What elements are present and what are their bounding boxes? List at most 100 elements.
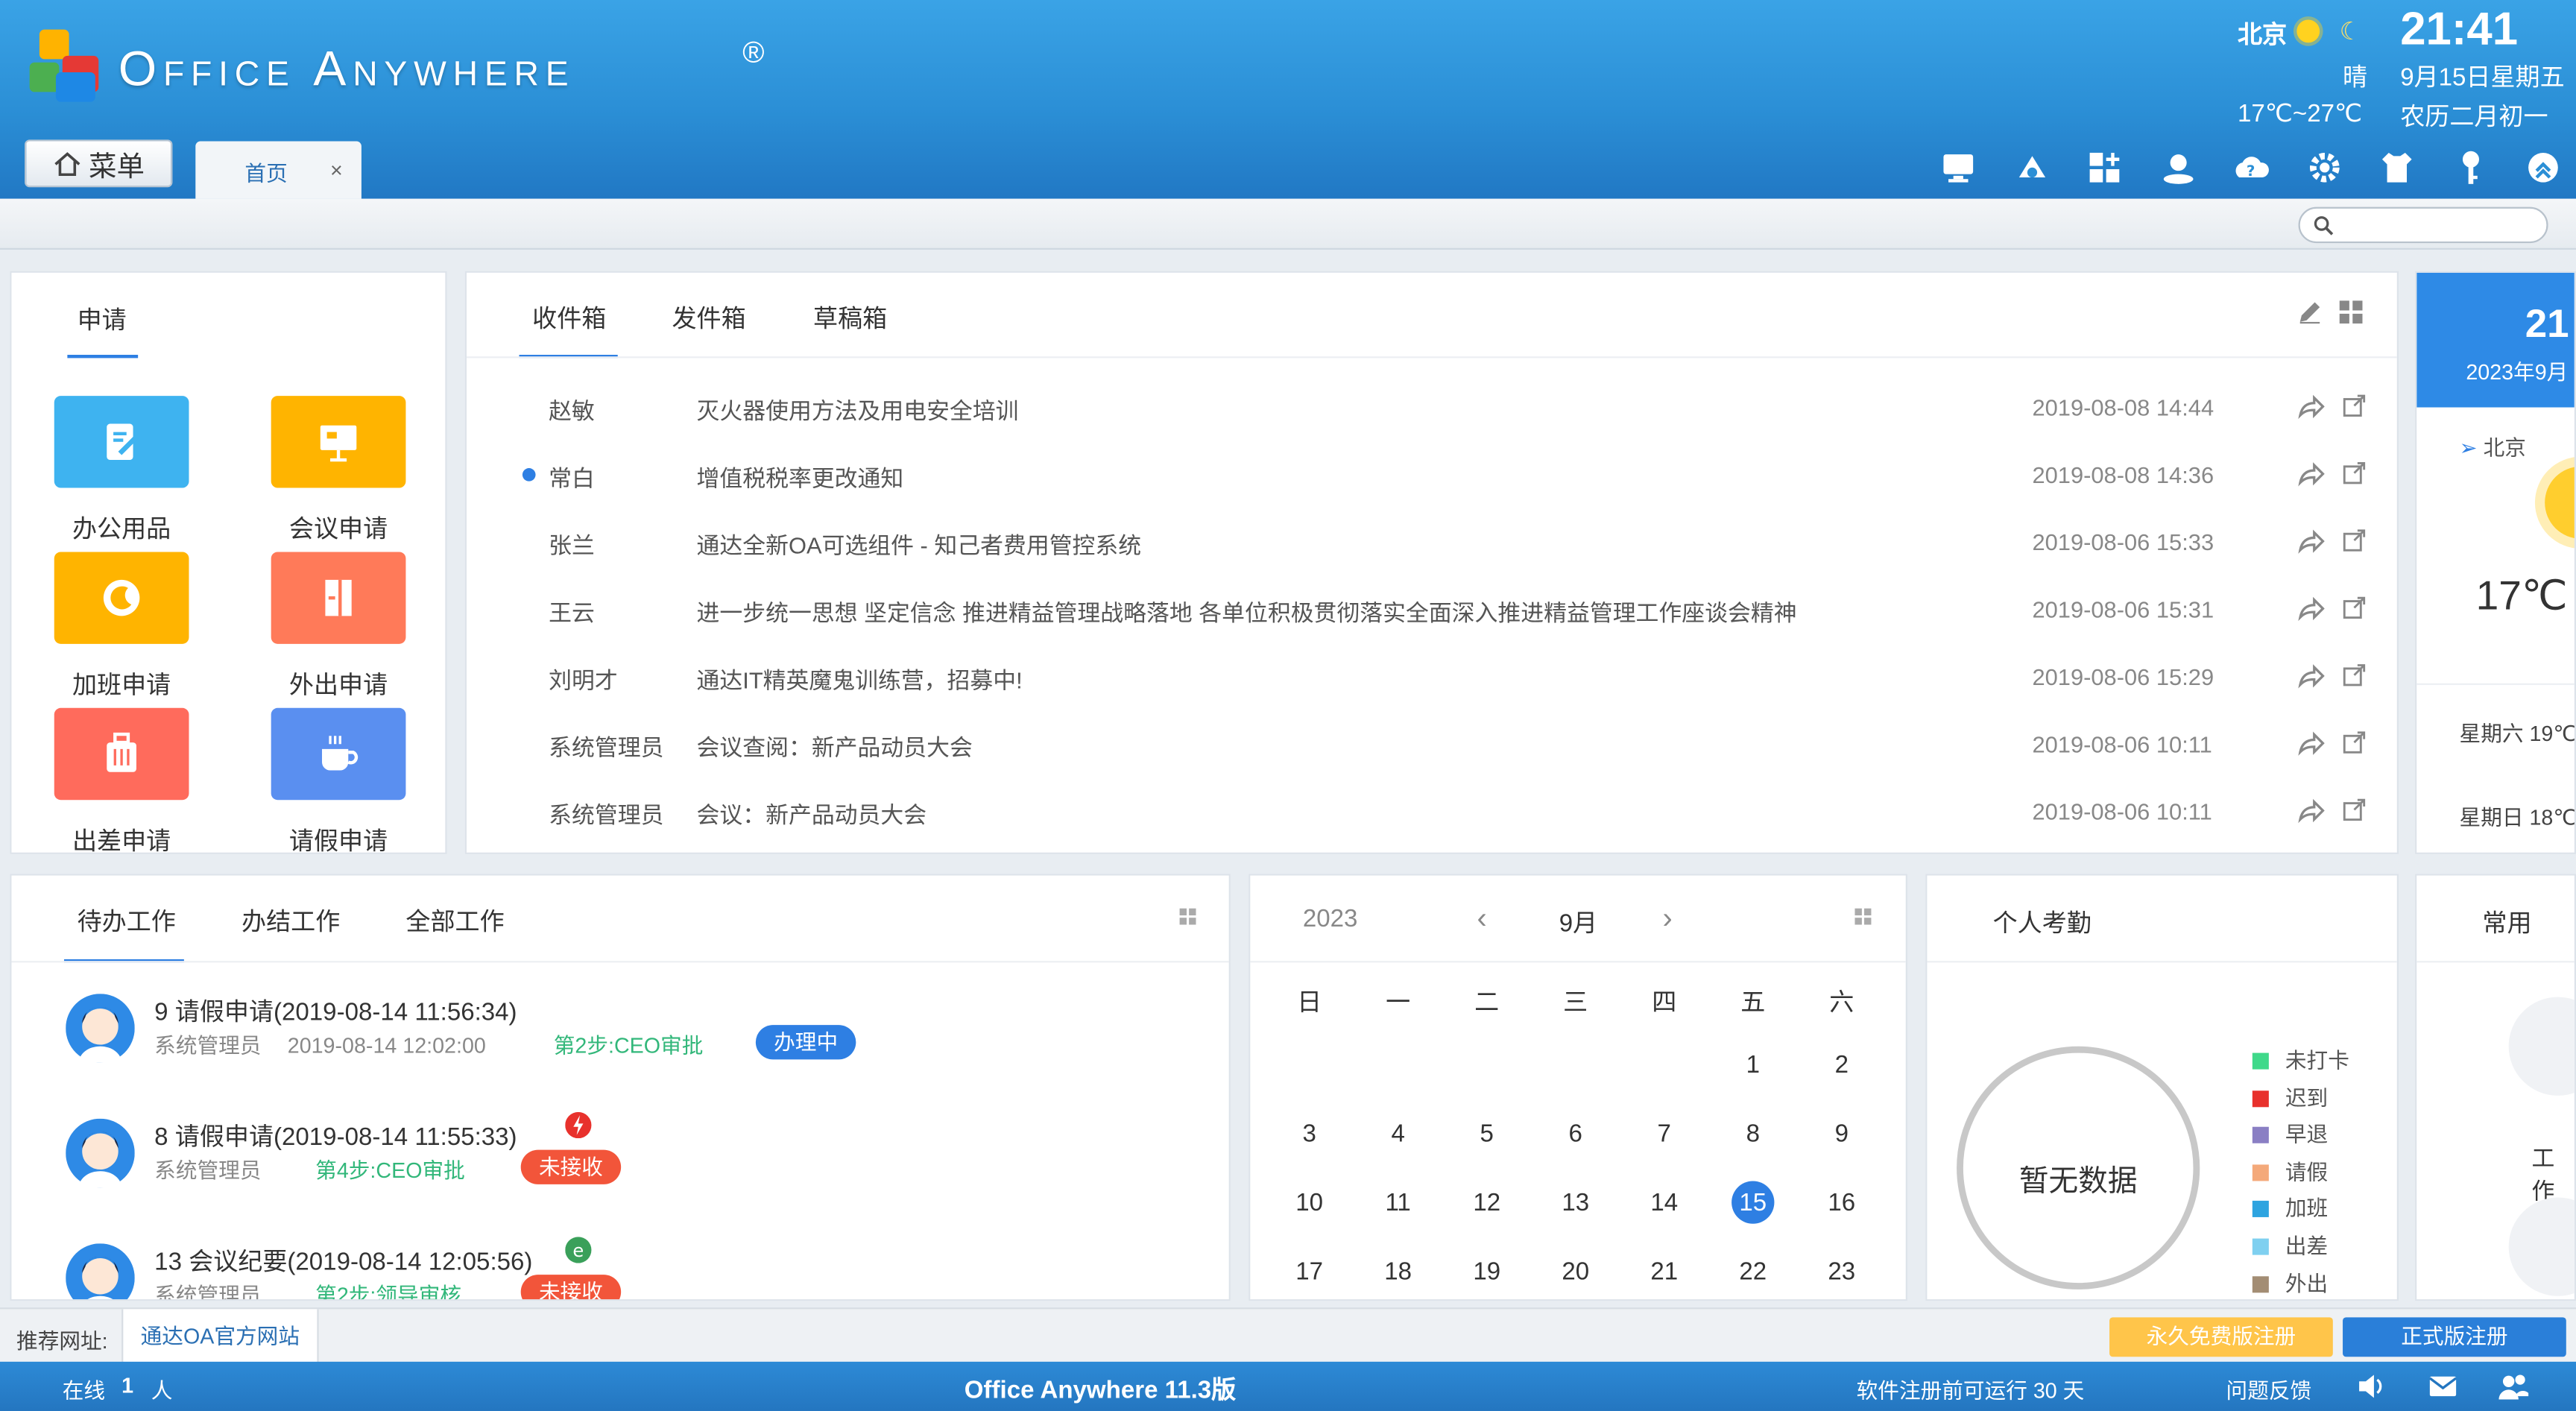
app-business-trip[interactable]: 出差申请 <box>54 707 189 858</box>
user-online-icon[interactable] <box>2158 148 2197 187</box>
gear-icon[interactable] <box>2304 148 2343 187</box>
search-input[interactable] <box>2298 206 2548 244</box>
forward-icon[interactable] <box>2296 729 2325 757</box>
calendar-day[interactable]: 10 <box>1277 1189 1342 1216</box>
mail-subject[interactable]: 进一步统一思想 坚定信念 推进精益管理战略落地 各单位积极贯彻落实全面深入推进精… <box>697 596 1797 629</box>
feedback-link[interactable]: 问题反馈 <box>2226 1373 2312 1404</box>
tab-drafts[interactable]: 草稿箱 <box>813 300 887 335</box>
open-external-icon[interactable] <box>2343 731 2366 754</box>
calendar-day[interactable]: 13 <box>1543 1189 1609 1216</box>
chevron-right-icon[interactable]: › <box>1663 902 1673 936</box>
help-cloud-icon[interactable]: ? <box>2231 148 2270 187</box>
work-item-title[interactable]: 8 请假申请(2019-08-14 11:55:33) <box>154 1119 517 1153</box>
calendar-day[interactable]: 2 <box>1809 1051 1875 1079</box>
recommend-link[interactable]: 通达OA官方网站 <box>121 1309 319 1364</box>
free-register-button[interactable]: 永久免费版注册 <box>2109 1317 2333 1357</box>
mail-subject[interactable]: 会议查阅：新产品动员大会 <box>697 731 973 764</box>
collapse-icon[interactable] <box>2523 148 2563 187</box>
chevron-left-icon[interactable]: ‹ <box>1477 902 1486 936</box>
open-external-icon[interactable] <box>2343 394 2366 417</box>
calendar-day[interactable]: 22 <box>1720 1258 1786 1286</box>
key-icon[interactable] <box>2450 148 2490 187</box>
tab-close-icon[interactable]: × <box>330 158 343 183</box>
common-app-icon-2[interactable] <box>2508 1197 2575 1296</box>
calendar-day[interactable]: 18 <box>1366 1258 1431 1286</box>
open-external-icon[interactable] <box>2343 529 2366 552</box>
mail-sender: 刘明才 <box>549 666 618 693</box>
users-icon[interactable] <box>2497 1370 2530 1403</box>
mail-icon[interactable] <box>2426 1370 2459 1403</box>
shirt-icon[interactable] <box>2377 148 2416 187</box>
grid-icon[interactable] <box>1179 908 1196 925</box>
app-meeting-request[interactable]: 会议申请 <box>271 396 406 546</box>
work-item[interactable]: 8 请假申请(2019-08-14 11:55:33) 系统管理员 第4步:CEO审… <box>11 1111 1228 1217</box>
app-outing-request[interactable]: 外出申请 <box>271 552 406 701</box>
open-external-icon[interactable] <box>2343 798 2366 821</box>
moon-clock-icon <box>103 579 140 616</box>
speaker-icon[interactable] <box>2354 1370 2387 1403</box>
mail-subject[interactable]: 通达IT精英魔鬼训练营，招募中! <box>697 663 1023 696</box>
calendar-day[interactable]: 6 <box>1543 1120 1609 1148</box>
pro-register-button[interactable]: 正式版注册 <box>2343 1317 2566 1357</box>
open-external-icon[interactable] <box>2343 663 2366 686</box>
tab-inbox[interactable]: 收件箱 <box>532 300 606 335</box>
work-item-title[interactable]: 13 会议纪要(2019-08-14 12:05:56) <box>154 1243 532 1278</box>
calendar-day[interactable]: 14 <box>1632 1189 1697 1216</box>
apps-plus-icon[interactable] <box>2085 148 2124 187</box>
calendar-day[interactable]: 12 <box>1454 1189 1520 1216</box>
tab-done-work[interactable]: 办结工作 <box>242 903 340 938</box>
app-overtime-request[interactable]: 加班申请 <box>54 552 189 701</box>
calendar-day[interactable]: 8 <box>1720 1120 1786 1148</box>
calendar-day[interactable]: 11 <box>1366 1189 1431 1216</box>
calendar-day[interactable]: 20 <box>1543 1258 1609 1286</box>
mail-subject[interactable]: 会议：新产品动员大会 <box>697 798 927 831</box>
mail-row[interactable]: 系统管理员 会议查阅：新产品动员大会 2019-08-06 10:11 <box>467 721 2397 770</box>
forward-icon[interactable] <box>2296 797 2325 824</box>
menu-button[interactable]: 菜单 <box>25 139 173 188</box>
calendar-day[interactable]: 9 <box>1809 1120 1875 1148</box>
calendar-day[interactable]: 15 <box>1720 1189 1786 1216</box>
app-office-supplies[interactable]: 办公用品 <box>54 396 189 546</box>
mail-subject[interactable]: 增值税税率更改通知 <box>697 461 904 494</box>
forward-icon[interactable] <box>2296 393 2325 420</box>
grid-icon[interactable] <box>2339 300 2363 324</box>
mail-row[interactable]: 刘明才 通达IT精英魔鬼训练营，招募中! 2019-08-06 15:29 <box>467 654 2397 703</box>
forward-icon[interactable] <box>2296 662 2325 689</box>
calendar-day[interactable]: 3 <box>1277 1120 1342 1148</box>
open-external-icon[interactable] <box>2343 596 2366 619</box>
calendar-day[interactable]: 17 <box>1277 1258 1342 1286</box>
tab-all-work[interactable]: 全部工作 <box>405 903 504 938</box>
calendar-day[interactable]: 21 <box>1632 1258 1697 1286</box>
edit-icon[interactable] <box>2296 299 2323 325</box>
monitor-icon[interactable] <box>1939 148 1978 187</box>
calendar-day[interactable]: 23 <box>1809 1258 1875 1286</box>
app-leave-request[interactable]: 请假申请 <box>271 707 406 858</box>
work-item[interactable]: 13 会议纪要(2019-08-14 12:05:56) 系统管理员 第2步:领导审… <box>11 1237 1228 1300</box>
calendar-day[interactable]: 5 <box>1454 1120 1520 1148</box>
mail-row[interactable]: 赵敏 灭火器使用方法及用电安全培训 2019-08-08 14:44 <box>467 385 2397 434</box>
online-count[interactable]: 1 <box>121 1373 133 1398</box>
cloud-app-icon[interactable] <box>2012 148 2051 187</box>
forward-icon[interactable] <box>2296 527 2325 555</box>
grid-icon[interactable] <box>1854 908 1872 925</box>
open-external-icon[interactable] <box>2343 461 2366 484</box>
common-app-icon[interactable] <box>2508 997 2575 1096</box>
calendar-day[interactable]: 19 <box>1454 1258 1520 1286</box>
mail-row[interactable]: 常白 增值税税率更改通知 2019-08-08 14:36 <box>467 452 2397 501</box>
tab-todo-work[interactable]: 待办工作 <box>78 903 176 938</box>
calendar-day[interactable]: 16 <box>1809 1189 1875 1216</box>
mail-subject[interactable]: 灭火器使用方法及用电安全培训 <box>697 394 1019 427</box>
forward-icon[interactable] <box>2296 595 2325 622</box>
work-item-title[interactable]: 9 请假申请(2019-08-14 11:56:34) <box>154 994 517 1028</box>
tab-outbox[interactable]: 发件箱 <box>672 300 745 335</box>
calendar-day[interactable]: 7 <box>1632 1120 1697 1148</box>
mail-row[interactable]: 张兰 通达全新OA可选组件 - 知己者费用管控系统 2019-08-06 15:33 <box>467 519 2397 568</box>
calendar-day[interactable]: 4 <box>1366 1120 1431 1148</box>
tab-home[interactable]: 首页 × <box>195 141 362 199</box>
calendar-day[interactable]: 1 <box>1720 1051 1786 1079</box>
mail-row[interactable]: 系统管理员 会议：新产品动员大会 2019-08-06 10:11 <box>467 789 2397 838</box>
mail-row[interactable]: 王云 进一步统一思想 坚定信念 推进精益管理战略落地 各单位积极贯彻落实全面深入推… <box>467 587 2397 636</box>
mail-subject[interactable]: 通达全新OA可选组件 - 知己者费用管控系统 <box>697 529 1142 562</box>
forward-icon[interactable] <box>2296 460 2325 487</box>
work-item[interactable]: 9 请假申请(2019-08-14 11:56:34) 系统管理员 2019-08-… <box>11 994 1228 1092</box>
